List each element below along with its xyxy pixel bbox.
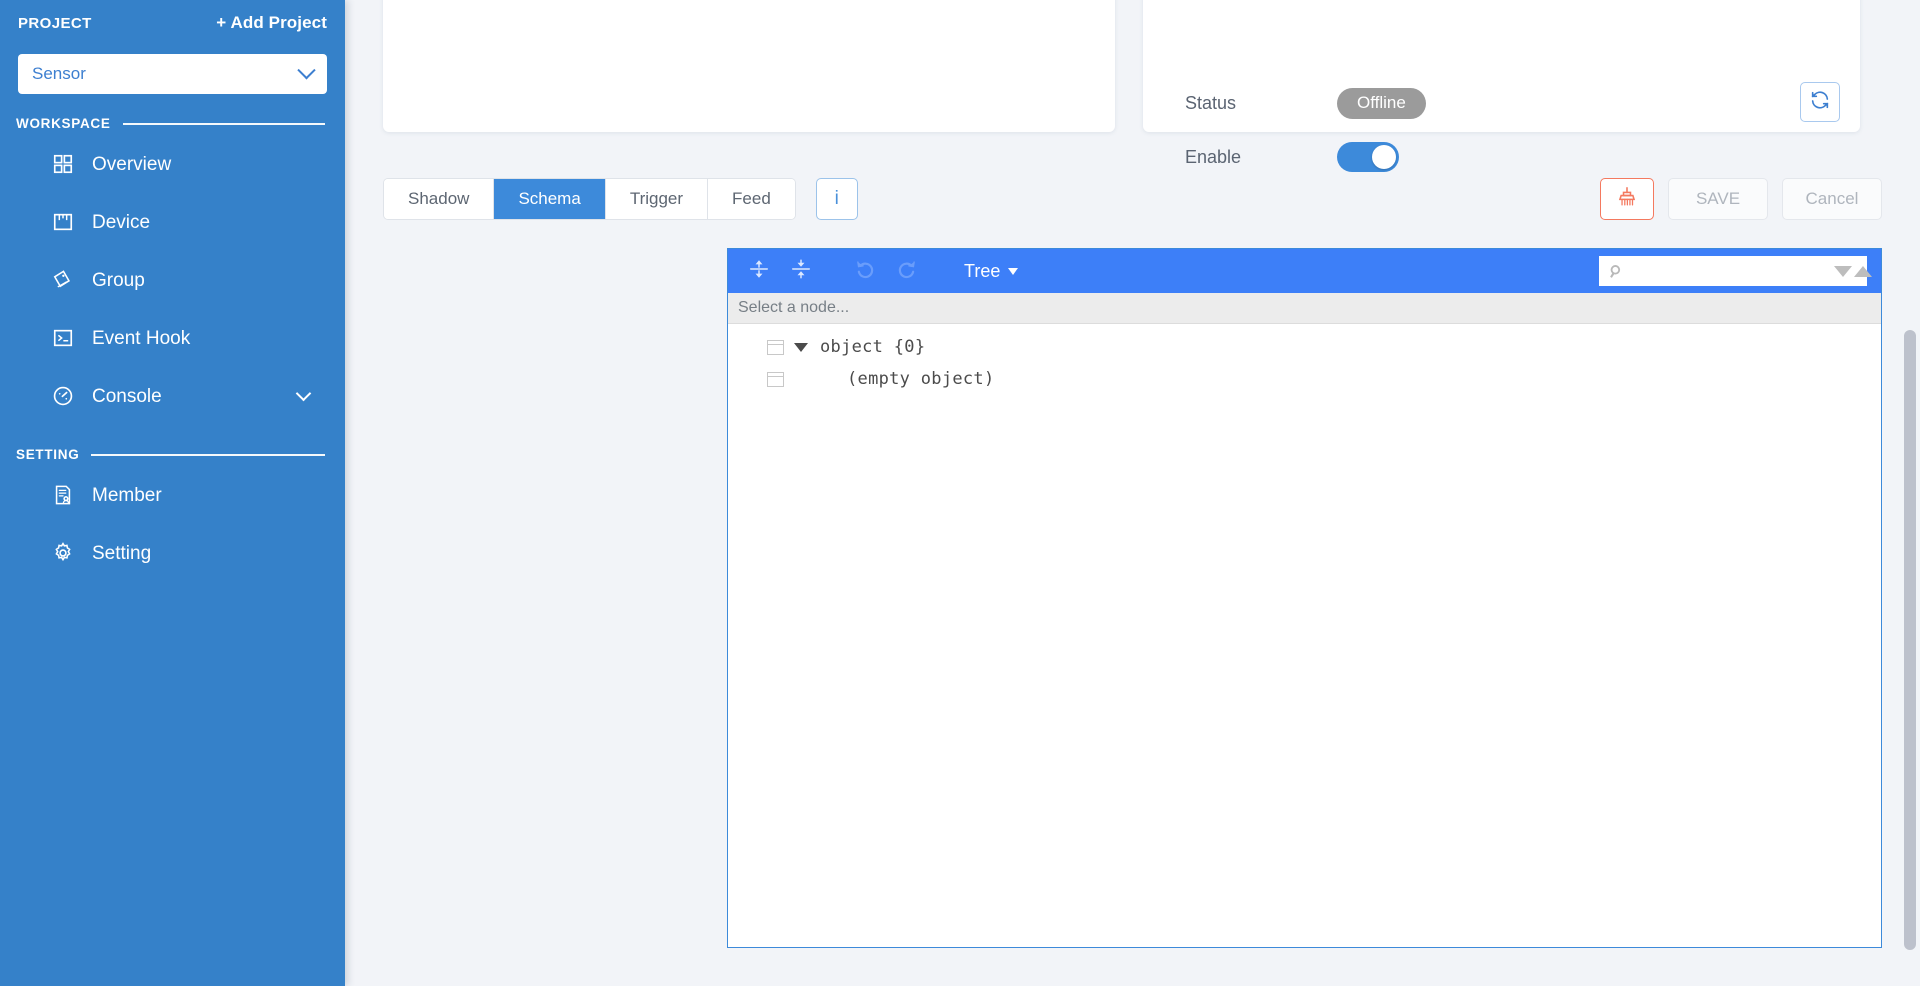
sidebar-item-label: Group — [92, 269, 145, 291]
status-badge: Offline — [1337, 88, 1426, 119]
grid-icon — [50, 151, 76, 177]
project-select-value: Sensor — [32, 64, 86, 83]
sidebar-item-event-hook[interactable]: Event Hook — [0, 309, 345, 367]
divider — [91, 453, 325, 456]
setting-label: SETTING — [16, 447, 80, 462]
toggle-knob — [1372, 145, 1396, 169]
node-menu-icon[interactable] — [767, 371, 784, 387]
workspace-nav: Overview Device Group Event Hook Console — [0, 135, 345, 425]
collapse-all-icon — [790, 258, 812, 285]
info-button[interactable]: i — [815, 178, 858, 220]
undo-button[interactable] — [848, 255, 882, 287]
divider — [122, 122, 325, 125]
tab-feed[interactable]: Feed — [708, 179, 795, 219]
tree-row[interactable]: (empty object) — [728, 363, 1881, 395]
gauge-icon — [50, 383, 76, 409]
undo-icon — [854, 258, 876, 285]
add-project-button[interactable]: + Add Project — [216, 13, 327, 33]
collapse-all-button[interactable] — [784, 255, 818, 287]
tree-node-label: object {0} — [820, 337, 926, 357]
tab-shadow[interactable]: Shadow — [384, 179, 495, 219]
cancel-button[interactable]: Cancel — [1782, 178, 1882, 220]
redo-button[interactable] — [890, 255, 924, 287]
editor-search-box — [1599, 256, 1872, 286]
tab-group: Shadow Schema Trigger Feed — [383, 178, 796, 220]
sidebar-item-device[interactable]: Device — [0, 193, 345, 251]
tab-trigger[interactable]: Trigger — [605, 179, 709, 219]
device-icon — [50, 209, 76, 235]
tab-action-bar: Shadow Schema Trigger Feed i SAVE Cancel — [383, 178, 1882, 220]
broom-icon — [1616, 186, 1638, 213]
search-input[interactable] — [1631, 261, 1834, 281]
json-tree: object {0} (empty object) — [728, 324, 1881, 947]
refresh-icon — [1809, 89, 1831, 116]
node-path-text: Select a node... — [738, 299, 850, 316]
sidebar-item-label: Overview — [92, 153, 172, 175]
gear-icon — [50, 540, 76, 566]
project-select[interactable]: Sensor — [18, 54, 327, 94]
expand-all-icon — [748, 258, 770, 285]
editor-toolbar: Tree — [728, 249, 1881, 293]
tree-node-label: (empty object) — [847, 369, 995, 389]
caret-down-icon — [1008, 267, 1019, 275]
refresh-button[interactable] — [1800, 82, 1840, 122]
sidebar-item-label: Member — [92, 484, 162, 506]
search-icon — [1608, 263, 1625, 280]
node-menu-icon[interactable] — [767, 339, 784, 355]
enable-label: Enable — [1185, 146, 1242, 167]
sidebar-item-member[interactable]: Member — [0, 466, 345, 524]
sidebar: PROJECT + Add Project Sensor WORKSPACE O… — [0, 0, 345, 986]
sidebar-item-group[interactable]: Group — [0, 251, 345, 309]
project-label: PROJECT — [18, 14, 92, 32]
search-prev-icon[interactable] — [1854, 265, 1872, 277]
sidebar-item-label: Event Hook — [92, 327, 191, 349]
search-next-icon[interactable] — [1834, 265, 1852, 277]
sidebar-project-header: PROJECT + Add Project — [0, 0, 345, 46]
tree-row[interactable]: object {0} — [728, 331, 1881, 363]
workspace-label: WORKSPACE — [16, 116, 111, 131]
redo-icon — [896, 258, 918, 285]
enable-toggle[interactable] — [1337, 142, 1399, 172]
main-content: Status Offline Enable Shadow Schema Trig… — [345, 0, 1920, 986]
sidebar-item-console[interactable]: Console — [0, 367, 345, 425]
sidebar-item-label: Device — [92, 211, 151, 233]
tag-icon — [50, 267, 76, 293]
clean-button[interactable] — [1600, 178, 1654, 220]
triangle-expanded-icon[interactable] — [794, 342, 808, 352]
enable-row: Enable — [1185, 142, 1399, 172]
sidebar-item-label: Setting — [92, 542, 152, 564]
setting-nav: Member Setting — [0, 466, 345, 582]
device-info-card — [383, 0, 1115, 132]
sidebar-item-label: Console — [92, 385, 162, 407]
chevron-down-icon — [297, 60, 316, 79]
member-icon — [50, 482, 76, 508]
json-editor: Tree Select a node... object {0} (empty … — [727, 248, 1882, 948]
sidebar-item-overview[interactable]: Overview — [0, 135, 345, 193]
mode-selector[interactable]: Tree — [954, 259, 1028, 284]
sidebar-item-setting[interactable]: Setting — [0, 524, 345, 582]
chevron-down-icon[interactable] — [295, 385, 312, 402]
device-status-card: Status Offline Enable — [1143, 0, 1860, 172]
status-label: Status — [1185, 92, 1237, 113]
page-scrollbar[interactable] — [1904, 330, 1916, 950]
tab-schema[interactable]: Schema — [494, 179, 606, 219]
setting-section-header: SETTING — [16, 447, 325, 462]
detail-cards-row: Status Offline Enable — [345, 0, 1898, 172]
action-buttons: SAVE Cancel — [1600, 178, 1882, 220]
node-path-bar: Select a node... — [728, 293, 1881, 324]
terminal-icon — [50, 325, 76, 351]
workspace-section-header: WORKSPACE — [16, 116, 325, 131]
app-root: PROJECT + Add Project Sensor WORKSPACE O… — [0, 0, 1920, 986]
status-row: Status Offline — [1185, 88, 1426, 119]
save-button[interactable]: SAVE — [1668, 178, 1768, 220]
mode-label: Tree — [964, 260, 1001, 281]
expand-all-button[interactable] — [742, 255, 776, 287]
